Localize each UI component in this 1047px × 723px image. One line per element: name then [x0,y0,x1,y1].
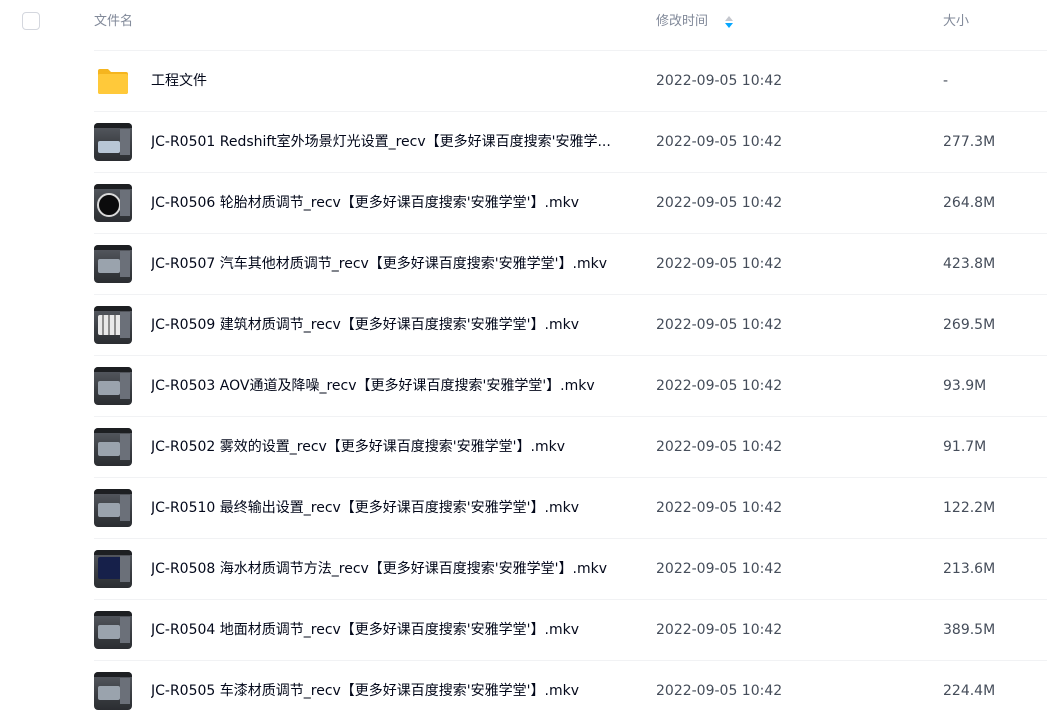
video-thumbnail-icon [94,367,132,405]
folder-icon [94,62,132,100]
file-modified-time: 2022-09-05 10:42 [656,73,783,89]
video-thumbnail-icon [94,550,132,588]
video-thumbnail-icon [94,611,132,649]
file-modified-time: 2022-09-05 10:42 [656,317,783,333]
video-thumbnail-icon [94,489,132,527]
file-size: 91.7M [943,439,987,455]
file-name[interactable]: JC-R0506 轮胎材质调节_recv【更多好课百度搜索'安雅学堂'】.mkv [151,173,579,233]
file-name[interactable]: 工程文件 [151,51,207,111]
file-name[interactable]: JC-R0508 海水材质调节方法_recv【更多好课百度搜索'安雅学堂'】.m… [151,539,607,599]
file-row[interactable]: 工程文件 2022-09-05 10:42 - [94,50,1047,111]
file-name[interactable]: JC-R0509 建筑材质调节_recv【更多好课百度搜索'安雅学堂'】.mkv [151,295,579,355]
file-modified-time: 2022-09-05 10:42 [656,256,783,272]
video-thumbnail-icon [94,672,132,710]
file-name[interactable]: JC-R0507 汽车其他材质调节_recv【更多好课百度搜索'安雅学堂'】.m… [151,234,607,294]
file-name[interactable]: JC-R0504 地面材质调节_recv【更多好课百度搜索'安雅学堂'】.mkv [151,600,579,660]
file-size: 269.5M [943,317,996,333]
file-row[interactable]: JC-R0508 海水材质调节方法_recv【更多好课百度搜索'安雅学堂'】.m… [94,538,1047,599]
file-size: 93.9M [943,378,987,394]
file-modified-time: 2022-09-05 10:42 [656,622,783,638]
file-size: 423.8M [943,256,996,272]
select-all-checkbox[interactable] [22,12,40,30]
file-modified-time: 2022-09-05 10:42 [656,378,783,394]
file-modified-time: 2022-09-05 10:42 [656,683,783,699]
file-size: 264.8M [943,195,996,211]
file-row[interactable]: JC-R0505 车漆材质调节_recv【更多好课百度搜索'安雅学堂'】.mkv… [94,660,1047,721]
file-row[interactable]: JC-R0504 地面材质调节_recv【更多好课百度搜索'安雅学堂'】.mkv… [94,599,1047,660]
column-header-size[interactable]: 大小 [943,13,969,31]
file-row[interactable]: JC-R0502 雾效的设置_recv【更多好课百度搜索'安雅学堂'】.mkv … [94,416,1047,477]
file-modified-time: 2022-09-05 10:42 [656,195,783,211]
sort-descending-icon[interactable] [724,14,734,30]
file-name[interactable]: JC-R0510 最终输出设置_recv【更多好课百度搜索'安雅学堂'】.mkv [151,478,579,538]
video-thumbnail-icon [94,306,132,344]
file-name[interactable]: JC-R0501 Redshift室外场景灯光设置_recv【更多好课百度搜索'… [151,112,611,172]
file-row[interactable]: JC-R0510 最终输出设置_recv【更多好课百度搜索'安雅学堂'】.mkv… [94,477,1047,538]
file-modified-time: 2022-09-05 10:42 [656,500,783,516]
file-row[interactable]: JC-R0509 建筑材质调节_recv【更多好课百度搜索'安雅学堂'】.mkv… [94,294,1047,355]
file-name[interactable]: JC-R0505 车漆材质调节_recv【更多好课百度搜索'安雅学堂'】.mkv [151,661,579,721]
file-size: 122.2M [943,500,996,516]
file-list: 工程文件 2022-09-05 10:42 - JC-R0501 Redshif… [94,50,1047,721]
video-thumbnail-icon [94,245,132,283]
video-thumbnail-icon [94,123,132,161]
file-list-header: 文件名 修改时间 大小 [0,0,1047,48]
file-modified-time: 2022-09-05 10:42 [656,134,783,150]
file-size: - [943,73,949,89]
video-thumbnail-icon [94,428,132,466]
video-thumbnail-icon [94,184,132,222]
file-modified-time: 2022-09-05 10:42 [656,439,783,455]
file-name[interactable]: JC-R0503 AOV通道及降噪_recv【更多好课百度搜索'安雅学堂'】.m… [151,356,595,416]
file-modified-time: 2022-09-05 10:42 [656,561,783,577]
column-header-name[interactable]: 文件名 [94,13,133,31]
file-row[interactable]: JC-R0507 汽车其他材质调节_recv【更多好课百度搜索'安雅学堂'】.m… [94,233,1047,294]
column-header-modified[interactable]: 修改时间 [656,13,708,31]
file-row[interactable]: JC-R0506 轮胎材质调节_recv【更多好课百度搜索'安雅学堂'】.mkv… [94,172,1047,233]
file-name[interactable]: JC-R0502 雾效的设置_recv【更多好课百度搜索'安雅学堂'】.mkv [151,417,565,477]
file-size: 277.3M [943,134,996,150]
file-size: 213.6M [943,561,996,577]
file-size: 389.5M [943,622,996,638]
file-row[interactable]: JC-R0501 Redshift室外场景灯光设置_recv【更多好课百度搜索'… [94,111,1047,172]
file-list-view: 文件名 修改时间 大小 工程文件 2022-09-05 10:42 - JC-R… [0,0,1047,723]
file-size: 224.4M [943,683,996,699]
file-row[interactable]: JC-R0503 AOV通道及降噪_recv【更多好课百度搜索'安雅学堂'】.m… [94,355,1047,416]
